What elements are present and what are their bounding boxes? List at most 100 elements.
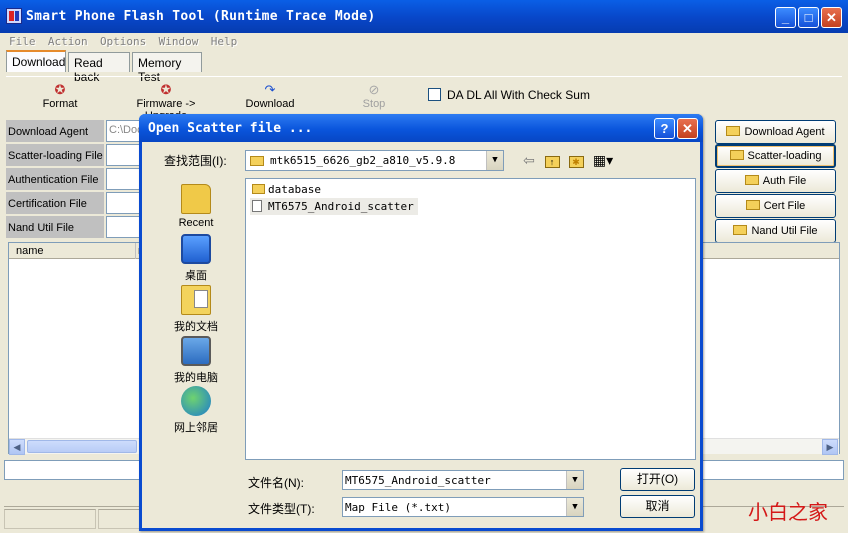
place-desktop[interactable]: 桌面: [166, 234, 226, 283]
file-type-label: 文件类型(T):: [248, 502, 315, 516]
tab-read-back[interactable]: Read back: [68, 52, 130, 84]
menubar: File Action Options Window Help: [0, 33, 848, 51]
nand-util-file-button[interactable]: Nand Util File: [715, 219, 836, 243]
download-arrow-icon: ↷: [264, 82, 276, 97]
look-in-dropdown[interactable]: mtk6515_6626_gb2_a810_v5.9.8 ▼: [245, 150, 504, 171]
menu-file[interactable]: File: [9, 33, 36, 51]
place-my-computer-label: 我的电脑: [174, 372, 218, 384]
place-my-documents[interactable]: 我的文档: [166, 285, 226, 334]
maximize-button[interactable]: □: [798, 7, 819, 28]
cert-file-button-label: Cert File: [763, 200, 806, 212]
folder-icon: [726, 126, 741, 136]
network-globe-icon: [181, 386, 211, 416]
back-arrow-icon[interactable]: ⇦: [518, 151, 540, 169]
scatter-loading-button[interactable]: Scatter-loading: [715, 144, 836, 168]
minimize-button[interactable]: _: [775, 7, 796, 28]
dialog-titlebar: Open Scatter file ... ? ✕: [139, 114, 703, 142]
file-name-input[interactable]: MT6575_Android_scatter ▼: [342, 470, 584, 490]
format-tool[interactable]: ✪ Format: [38, 82, 82, 110]
stop-icon: ⊘: [368, 82, 380, 97]
desktop-icon: [181, 234, 211, 264]
place-network[interactable]: 网上邻居: [166, 386, 226, 435]
auth-file-button-label: Auth File: [762, 175, 807, 187]
dialog-close-button[interactable]: ✕: [677, 118, 698, 139]
stop-tool[interactable]: ⊘ Stop: [358, 82, 390, 110]
file-list[interactable]: database MT6575_Android_scatter: [245, 178, 696, 460]
my-documents-icon: [181, 285, 211, 315]
file-name-value: MT6575_Android_scatter: [345, 474, 491, 487]
recent-folder-icon: [181, 184, 211, 214]
checksum-label: DA DL All With Check Sum: [447, 88, 590, 102]
menu-help[interactable]: Help: [211, 33, 238, 51]
scatter-loading-button-label: Scatter-loading: [747, 150, 822, 162]
toolbar: ✪ Format ✪ Firmware -> Upgrade ↷ Downloa…: [6, 76, 842, 122]
column-header-name[interactable]: name: [16, 243, 44, 259]
format-label: Format: [42, 98, 78, 110]
file-type-value: Map File (*.txt): [345, 501, 451, 514]
cert-file-button[interactable]: Cert File: [715, 194, 836, 218]
download-tool[interactable]: ↷ Download: [242, 82, 298, 110]
nand-util-file-button-label: Nand Util File: [751, 225, 818, 237]
app-icon: [6, 8, 22, 24]
folder-icon: [744, 175, 759, 185]
scroll-right-icon[interactable]: ▶: [822, 439, 838, 455]
list-item-file[interactable]: MT6575_Android_scatter: [250, 198, 418, 215]
format-icon: ✪: [54, 82, 66, 97]
auth-file-button[interactable]: Auth File: [715, 169, 836, 193]
view-menu-icon[interactable]: ▦▾: [590, 151, 616, 169]
open-button[interactable]: 打开(O): [620, 468, 695, 491]
nand-util-label: Nand Util File: [6, 216, 104, 238]
close-button[interactable]: ✕: [821, 7, 842, 28]
status-cell: [4, 509, 96, 529]
certification-label: Certification File: [6, 192, 104, 214]
open-scatter-dialog: Open Scatter file ... ? ✕ 查找范围(I): mtk65…: [139, 114, 703, 531]
tab-memory-test[interactable]: Memory Test: [132, 52, 202, 84]
file-type-select[interactable]: Map File (*.txt) ▼: [342, 497, 584, 517]
checksum-checkbox[interactable]: [428, 88, 441, 101]
main-titlebar: Smart Phone Flash Tool (Runtime Trace Mo…: [0, 0, 848, 33]
file-name-label: 文件名(N):: [248, 476, 304, 490]
place-my-documents-label: 我的文档: [174, 321, 218, 333]
tab-download[interactable]: Download: [6, 50, 66, 72]
place-recent-label: Recent: [178, 217, 214, 229]
my-computer-icon: [181, 336, 211, 366]
status-cell: [98, 509, 140, 529]
scroll-left-icon[interactable]: ◀: [9, 439, 25, 455]
list-item-folder[interactable]: database: [250, 181, 321, 198]
folder-icon: [252, 184, 265, 194]
chevron-down-icon[interactable]: ▼: [566, 498, 583, 516]
folder-icon: [745, 200, 760, 210]
menu-action[interactable]: Action: [48, 33, 88, 51]
menu-window[interactable]: Window: [159, 33, 199, 51]
folder-icon: [250, 156, 264, 166]
look-in-label: 查找范围(I):: [164, 154, 227, 168]
file-name: MT6575_Android_scatter: [268, 200, 414, 213]
stop-label: Stop: [362, 98, 386, 110]
place-desktop-label: 桌面: [185, 270, 207, 282]
place-recent[interactable]: Recent: [166, 184, 226, 229]
watermark-text: 小白之家: [748, 500, 828, 524]
scroll-thumb[interactable]: [27, 440, 137, 453]
download-agent-label: Download Agent: [6, 120, 104, 142]
menu-options[interactable]: Options: [100, 33, 146, 51]
place-network-label: 网上邻居: [174, 422, 218, 434]
place-my-computer[interactable]: 我的电脑: [166, 336, 226, 385]
checksum-option[interactable]: DA DL All With Check Sum: [428, 88, 590, 102]
cancel-button[interactable]: 取消: [620, 495, 695, 518]
look-in-value: mtk6515_6626_gb2_a810_v5.9.8: [270, 154, 456, 167]
folder-icon: [733, 225, 748, 235]
dialog-title: Open Scatter file ...: [148, 121, 313, 136]
download-agent-button[interactable]: Download Agent: [715, 120, 836, 144]
scatter-loading-label: Scatter-loading File: [6, 144, 104, 166]
folder-icon: [729, 150, 744, 160]
help-button[interactable]: ?: [654, 118, 675, 139]
chevron-down-icon[interactable]: ▼: [566, 471, 583, 489]
window-title: Smart Phone Flash Tool (Runtime Trace Mo…: [26, 9, 376, 24]
up-folder-icon[interactable]: ↑: [541, 151, 563, 169]
new-folder-icon[interactable]: ✱: [565, 151, 587, 169]
authentication-label: Authentication File: [6, 168, 104, 190]
document-icon: [252, 200, 262, 212]
chevron-down-icon[interactable]: ▼: [486, 151, 503, 170]
firmware-icon: ✪: [160, 82, 172, 97]
download-label: Download: [245, 98, 295, 110]
